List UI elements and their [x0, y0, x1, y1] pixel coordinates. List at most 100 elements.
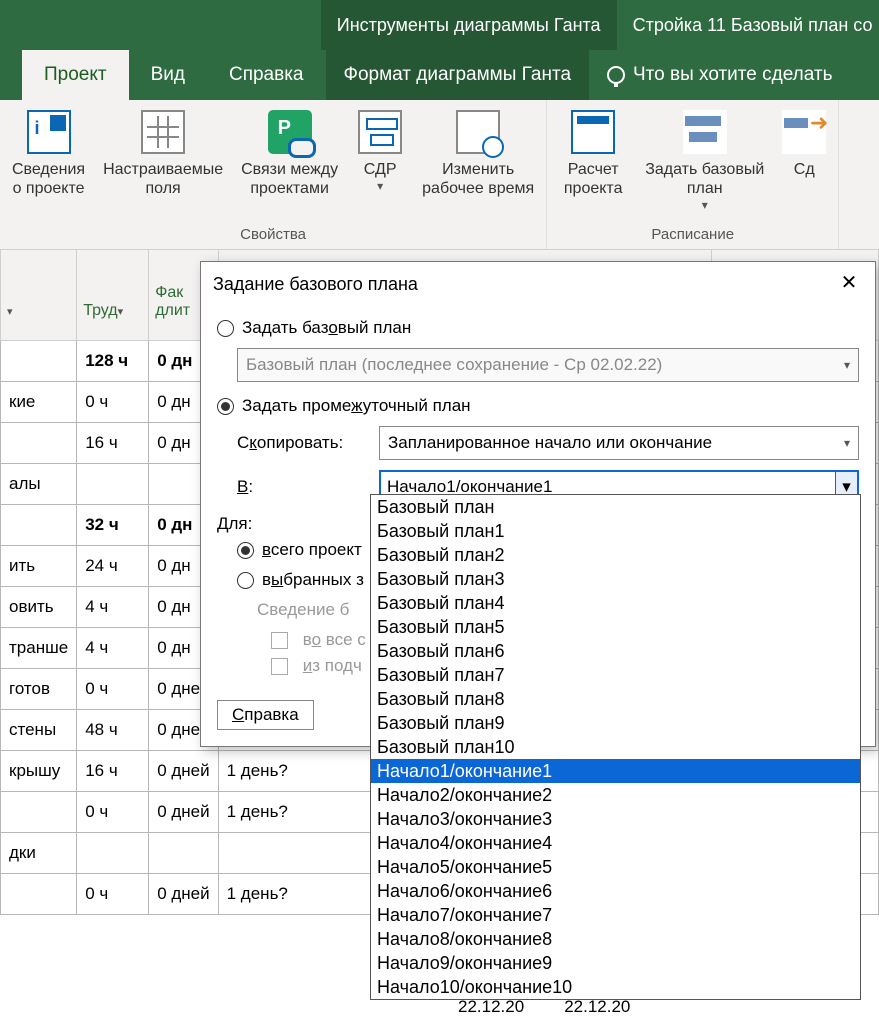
cell[interactable]: 0 дней [149, 750, 218, 791]
cell[interactable]: 128 ч [77, 340, 149, 381]
cell[interactable]: 48 ч [77, 709, 149, 750]
lightbulb-icon [607, 66, 625, 84]
dropdown-option[interactable]: Начало6/окончание6 [371, 879, 860, 903]
dropdown-option[interactable]: Начало3/окончание3 [371, 807, 860, 831]
close-button[interactable]: ✕ [835, 270, 863, 298]
cell[interactable] [149, 832, 218, 873]
dropdown-option[interactable]: Базовый план9 [371, 711, 860, 735]
dropdown-option[interactable]: Начало4/окончание4 [371, 831, 860, 855]
dropdown-option[interactable]: Базовый план1 [371, 519, 860, 543]
dropdown-option[interactable]: Начало10/окончание10 [371, 975, 860, 999]
dropdown-option[interactable]: Базовый план5 [371, 615, 860, 639]
tab-help[interactable]: Справка [207, 50, 326, 100]
cell[interactable] [1, 504, 77, 545]
radio-selected-tasks[interactable] [237, 572, 254, 589]
project-links-button[interactable]: Связи между проектами [235, 106, 344, 198]
cell[interactable]: готов [1, 668, 77, 709]
dropdown-option[interactable]: Начало2/окончание2 [371, 783, 860, 807]
cell[interactable]: стены [1, 709, 77, 750]
dropdown-option[interactable]: Базовый план2 [371, 543, 860, 567]
baseline-combo-disabled: Базовый план (последнее сохранение - Ср … [237, 348, 859, 382]
dropdown-option[interactable]: Базовый план8 [371, 687, 860, 711]
cell[interactable]: овить [1, 586, 77, 627]
dropdown-option[interactable]: Базовый план6 [371, 639, 860, 663]
tab-gantt-format[interactable]: Формат диаграммы Ганта [326, 50, 590, 100]
col-header-name[interactable]: ▾ [1, 250, 77, 340]
cell[interactable]: 4 ч [77, 627, 149, 668]
copy-label: Скопировать: [237, 433, 367, 453]
ribbon: Сведения о проекте Настраиваемые поля Св… [0, 100, 879, 250]
dropdown-option[interactable]: Базовый план7 [371, 663, 860, 687]
dropdown-option[interactable]: Базовый план [371, 495, 860, 519]
set-baseline-button[interactable]: Задать базовый план ▾ [639, 106, 770, 213]
dropdown-option[interactable]: Базовый план10 [371, 735, 860, 759]
cell[interactable] [77, 832, 149, 873]
cell[interactable]: 0 ч [77, 873, 149, 914]
chevron-down-icon: ▾ [844, 358, 850, 372]
cell[interactable]: 0 ч [77, 668, 149, 709]
radio-set-baseline[interactable] [217, 320, 234, 337]
cell[interactable]: 0 ч [77, 791, 149, 832]
cell[interactable]: 16 ч [77, 750, 149, 791]
cell[interactable] [1, 873, 77, 914]
dropdown-option[interactable]: Начало9/окончание9 [371, 951, 860, 975]
dropdown-option[interactable]: Базовый план4 [371, 591, 860, 615]
cell[interactable]: кие [1, 381, 77, 422]
cell[interactable]: 0 дней [149, 791, 218, 832]
cell[interactable]: транше [1, 627, 77, 668]
move-project-icon [782, 110, 826, 154]
grid-icon [141, 110, 185, 154]
checkbox-all-summary-label: во все с [303, 630, 366, 649]
cell[interactable]: алы [1, 463, 77, 504]
into-combo-dropdown[interactable]: Базовый планБазовый план1Базовый план2Ба… [370, 494, 861, 1000]
cell[interactable] [77, 463, 149, 504]
dropdown-option[interactable]: Начало8/окончание8 [371, 927, 860, 951]
radio-entire-project-label: всего проект [262, 540, 362, 560]
radio-set-baseline-label: Задать базовый план [242, 318, 411, 338]
help-button[interactable]: Справка [217, 700, 314, 730]
cell[interactable]: дки [1, 832, 77, 873]
cell[interactable] [1, 422, 77, 463]
copy-combo[interactable]: Запланированное начало или окончание ▾ [379, 426, 859, 460]
cell[interactable]: 24 ч [77, 545, 149, 586]
col-header-work[interactable]: Труд▾ [77, 250, 149, 340]
dropdown-option[interactable]: Начало1/окончание1 [371, 759, 860, 783]
dropdown-option[interactable]: Базовый план3 [371, 567, 860, 591]
dropdown-option[interactable]: Начало7/окончание7 [371, 903, 860, 927]
move-project-button[interactable]: Сд [776, 106, 832, 198]
radio-set-interim[interactable] [217, 398, 234, 415]
cell[interactable]: 4 ч [77, 586, 149, 627]
cell[interactable] [1, 791, 77, 832]
project-info-button[interactable]: Сведения о проекте [6, 106, 91, 198]
cell[interactable]: 16 ч [77, 422, 149, 463]
into-label: В: [237, 477, 367, 497]
cell[interactable]: 32 ч [77, 504, 149, 545]
tab-project[interactable]: Проект [22, 50, 129, 100]
tell-me-search[interactable]: Что вы хотите сделать [589, 50, 850, 100]
chevron-down-icon: ▾ [364, 179, 397, 193]
cell[interactable]: 0 дней [149, 873, 218, 914]
project-info-icon [27, 110, 71, 154]
calendar-clock-icon [456, 110, 500, 154]
cell[interactable]: крышу [1, 750, 77, 791]
ribbon-group-schedule: Расчет проекта Задать базовый план ▾ Сд … [547, 100, 839, 249]
dropdown-option[interactable]: Начало5/окончание5 [371, 855, 860, 879]
custom-fields-button[interactable]: Настраиваемые поля [97, 106, 229, 198]
checkbox-from-sub [271, 658, 288, 675]
tell-me-label: Что вы хотите сделать [633, 64, 832, 86]
cell[interactable]: ить [1, 545, 77, 586]
ribbon-group-label-properties: Свойства [6, 224, 540, 247]
calculator-icon [571, 110, 615, 154]
dropdown-arrow-icon: ▾ [7, 306, 13, 318]
calculate-project-button[interactable]: Расчет проекта [553, 106, 633, 198]
close-icon: ✕ [841, 272, 858, 294]
checkbox-all-summary [271, 632, 288, 649]
document-title: Стройка 11 Базовый план со [617, 15, 879, 36]
change-working-time-button[interactable]: Изменить рабочее время [416, 106, 540, 198]
radio-entire-project[interactable] [237, 542, 254, 559]
wbs-button[interactable]: СДР ▾ [350, 106, 410, 194]
cell[interactable]: 0 ч [77, 381, 149, 422]
wbs-icon [358, 110, 402, 154]
tab-view[interactable]: Вид [129, 50, 207, 100]
cell[interactable] [1, 340, 77, 381]
